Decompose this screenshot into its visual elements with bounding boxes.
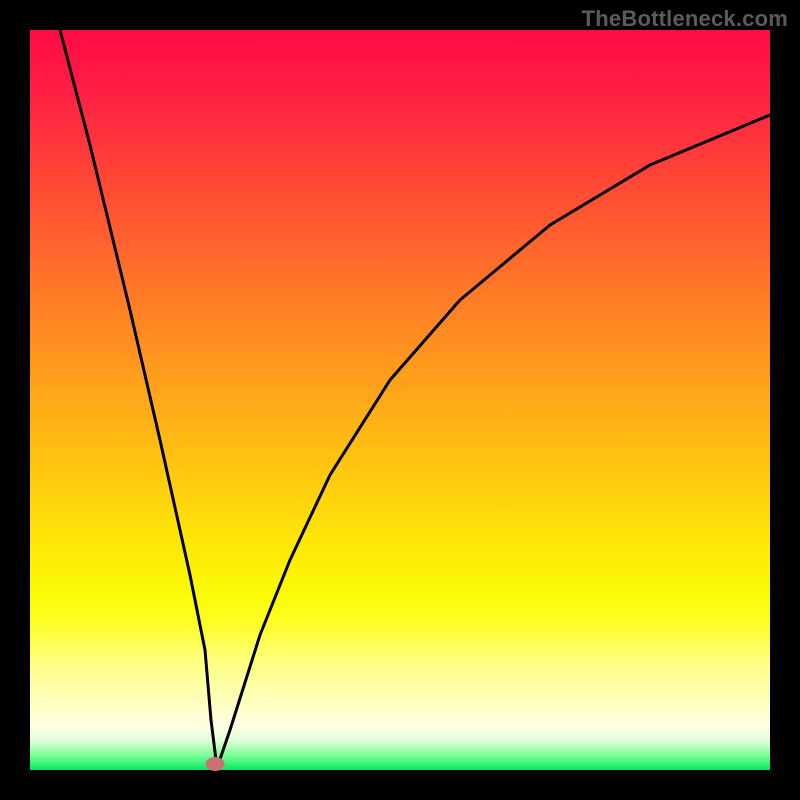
marker-ellipse <box>206 757 225 771</box>
curve-svg <box>30 30 770 770</box>
bottleneck-curve <box>60 30 770 768</box>
watermark-text: TheBottleneck.com <box>582 6 788 32</box>
plot-area <box>30 30 770 770</box>
